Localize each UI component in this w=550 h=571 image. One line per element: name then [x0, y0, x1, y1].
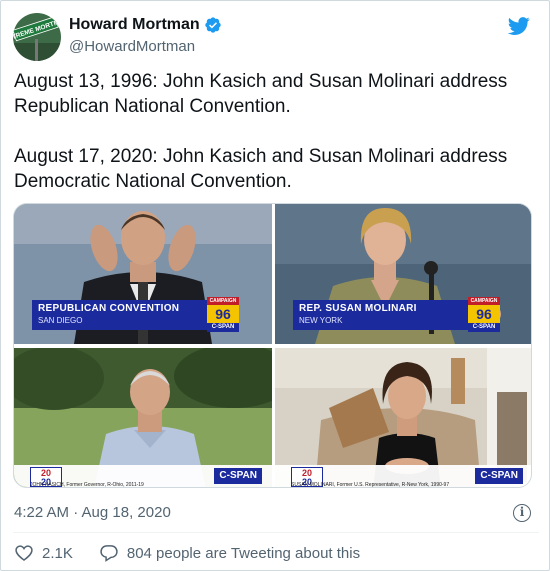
lower-third-caption: JOHN KASICH, Former Governor, R-Ohio, 20…	[30, 482, 144, 488]
media-photo-kasich-2020[interactable]: 20 20 C-SPAN JOHN KASICH, Former Governor…	[14, 348, 272, 488]
reply-label: 804 people are Tweeting about this	[126, 544, 361, 562]
tweet-paragraph-2: August 17, 2020: John Kasich and Susan M…	[14, 146, 508, 192]
divider	[13, 532, 539, 533]
badge-network: C-SPAN	[468, 323, 500, 332]
heart-icon	[15, 545, 33, 562]
chyron: REP. SUSAN MOLINARI NEW YORK	[293, 300, 468, 330]
tweet-paragraph-1: August 13, 1996: John Kasich and Susan M…	[14, 71, 508, 117]
info-icon[interactable]: i	[513, 504, 531, 522]
tweet-text: August 13, 1996: John Kasich and Susan M…	[14, 69, 534, 194]
badge-year: 96	[468, 305, 500, 323]
badge-network: C-SPAN	[207, 323, 239, 332]
cspan-logo: C-SPAN	[214, 468, 262, 484]
chyron-title: REPUBLICAN CONVENTION	[38, 303, 180, 314]
chyron-subtitle: SAN DIEGO	[38, 316, 83, 325]
avatar[interactable]: EXTREME MORTMAN	[13, 13, 61, 61]
video-footer-bar: 20 20 C-SPAN JOHN KASICH, Former Governor…	[14, 465, 272, 488]
video-footer-bar: 20 20 C-SPAN SUSAN MOLINARI, Former U.S. …	[275, 465, 531, 488]
author-name[interactable]: Howard Mortman	[69, 16, 200, 34]
reply-button[interactable]: 804 people are Tweeting about this	[99, 543, 360, 563]
verified-badge-icon	[204, 16, 222, 34]
chyron: REPUBLICAN CONVENTION SAN DIEGO	[32, 300, 207, 330]
tweet-actions: 2.1K 804 people are Tweeting about this	[14, 543, 360, 563]
like-count: 2.1K	[42, 544, 73, 562]
twitter-bird-icon[interactable]	[507, 15, 531, 37]
campaign-96-badge: CAMPAIGN 96 C-SPAN	[468, 297, 500, 335]
tweet-header: EXTREME MORTMAN Howard Mortman @HowardMo…	[13, 11, 539, 63]
speech-bubble-icon	[100, 545, 118, 562]
media-photo-molinari-1996[interactable]: REP. SUSAN MOLINARI NEW YORK CAMPAIGN 96…	[275, 204, 531, 344]
author-block: Howard Mortman @HowardMortman	[69, 15, 222, 55]
badge-year: 96	[207, 305, 239, 323]
cspan-logo: C-SPAN	[475, 468, 523, 484]
chyron-subtitle: NEW YORK	[299, 316, 343, 325]
media-photo-molinari-2020[interactable]: 20 20 C-SPAN SUSAN MOLINARI, Former U.S. …	[275, 348, 531, 488]
tweet-timestamp[interactable]: 4:22 AM · Aug 18, 2020	[14, 504, 171, 521]
badge-top: CAMPAIGN	[468, 297, 500, 305]
badge-top: CAMPAIGN	[207, 297, 239, 305]
tweet-card: EXTREME MORTMAN Howard Mortman @HowardMo…	[0, 0, 550, 571]
chyron-title: REP. SUSAN MOLINARI	[299, 303, 417, 314]
lower-third-caption: SUSAN MOLINARI, Former U.S. Representati…	[291, 482, 450, 488]
media-photo-kasich-1996[interactable]: REPUBLICAN CONVENTION SAN DIEGO CAMPAIGN…	[14, 204, 272, 344]
media-grid: REPUBLICAN CONVENTION SAN DIEGO CAMPAIGN…	[13, 203, 532, 488]
campaign-96-badge: CAMPAIGN 96 C-SPAN	[207, 297, 239, 335]
like-button[interactable]: 2.1K	[14, 543, 73, 563]
author-handle[interactable]: @HowardMortman	[69, 38, 222, 55]
